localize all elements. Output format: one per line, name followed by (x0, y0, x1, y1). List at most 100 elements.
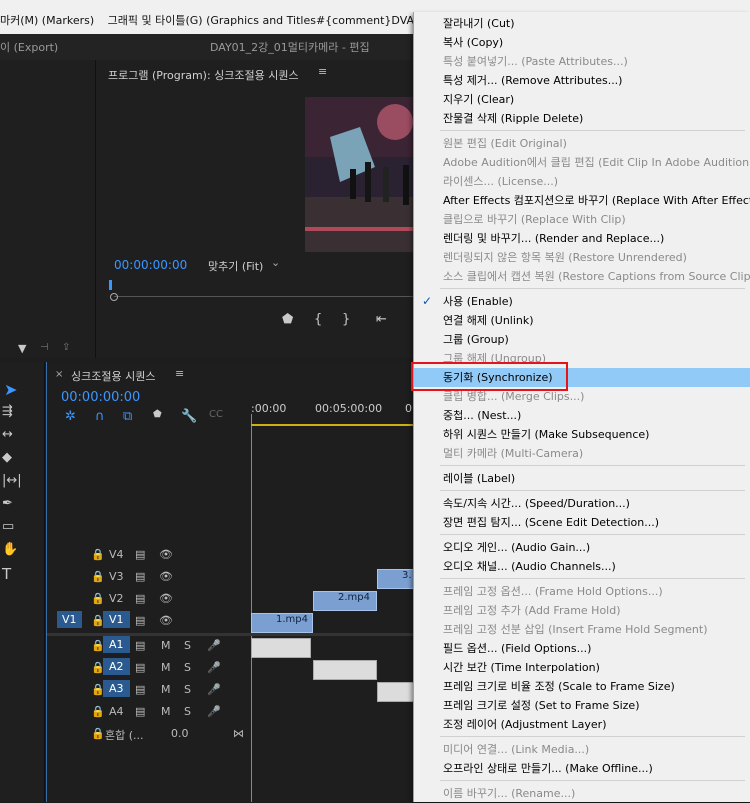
program-timecode[interactable]: 00:00:00:00 (114, 258, 187, 272)
mark-out-icon[interactable]: } (342, 312, 350, 327)
export-tab[interactable]: 이 (Export) (0, 39, 58, 55)
track-a2-label[interactable]: A2 (103, 658, 130, 675)
menu-item-label: 잘라내기 (Cut) (443, 17, 515, 30)
captions-icon[interactable]: CC (209, 409, 223, 420)
track-a4-label[interactable]: A4 (109, 705, 124, 718)
menu-graphics-titles[interactable]: 그래픽 및 타이틀(G) (Graphics and Titles#{comme… (108, 14, 462, 27)
slip-icon[interactable]: |↔| (2, 473, 22, 488)
export-frame-icon[interactable]: ⇪ (62, 342, 70, 353)
track-v1-label[interactable]: V1 (103, 611, 130, 628)
menu-item-label: 오디오 채널... (Audio Channels...) (443, 560, 616, 573)
menu-item: 클립으로 바꾸기 (Replace With Clip) (414, 210, 750, 229)
menu-item[interactable]: 복사 (Copy) (414, 33, 750, 52)
type-tool-icon[interactable]: T (2, 565, 11, 583)
add-marker-icon[interactable]: ⬟ (282, 312, 293, 327)
menu-item[interactable]: ✓ 사용 (Enable) (414, 292, 750, 311)
track-a3-label[interactable]: A3 (103, 680, 130, 697)
go-to-in-icon[interactable]: ⇤ (376, 312, 387, 327)
zoom-handle[interactable] (110, 293, 118, 301)
menu-markers[interactable]: 마커(M) (Markers) (0, 14, 94, 27)
menu-item[interactable]: 속도/지속 시간... (Speed/Duration...) (414, 494, 750, 513)
razor-icon[interactable]: ◆ (2, 450, 12, 465)
track-a1-label[interactable]: A1 (103, 636, 130, 653)
menu-item: 이름 바꾸기... (Rename...) (414, 784, 750, 803)
menu-item[interactable]: 잔물결 삭제 (Ripple Delete) (414, 109, 750, 128)
menu-item[interactable]: 필드 옵션... (Field Options...) (414, 639, 750, 658)
menu-item-label: 클립으로 바꾸기 (Replace With Clip) (443, 213, 626, 226)
snap-icon[interactable]: ∩ (95, 409, 105, 424)
panel-menu-icon[interactable]: ≡ (318, 65, 327, 78)
menu-item: 특성 붙여넣기... (Paste Attributes...) (414, 52, 750, 71)
menu-item[interactable]: 레이블 (Label) (414, 469, 750, 488)
menu-item-label: After Effects 컴포지션으로 바꾸기 (Replace With A… (443, 194, 750, 207)
hand-icon[interactable]: ✋ (2, 542, 18, 557)
menu-item[interactable]: 그룹 (Group) (414, 330, 750, 349)
audio-clip-2[interactable] (313, 660, 377, 680)
menu-item[interactable]: 중첩... (Nest...) (414, 406, 750, 425)
panel-menu-icon[interactable]: ≡ (175, 367, 184, 380)
selection-tool-icon[interactable]: ➤ (4, 380, 17, 399)
menu-item-label: 속도/지속 시간... (Speed/Duration...) (443, 497, 630, 510)
nest-icon[interactable]: ✲ (65, 409, 76, 424)
menu-item-label: 미디어 연결... (Link Media...) (443, 743, 590, 756)
menu-item: 소스 클립에서 캡션 복원 (Restore Captions from Sou… (414, 267, 750, 286)
menu-item-label: 하위 시퀀스 만들기 (Make Subsequence) (443, 428, 650, 441)
menu-item: Adobe Audition에서 클립 편집 (Edit Clip In Ado… (414, 153, 750, 172)
pen-icon[interactable]: ✒ (2, 496, 13, 511)
mark-in-icon[interactable]: { (314, 312, 322, 327)
menu-item[interactable]: 렌더링 및 바꾸기... (Render and Replace...) (414, 229, 750, 248)
menu-item-label: 장면 편집 탐지... (Scene Edit Detection...) (443, 516, 660, 529)
menu-item-label: 그룹 (Group) (443, 333, 509, 346)
menu-item[interactable]: 장면 편집 탐지... (Scene Edit Detection...) (414, 513, 750, 532)
clip-1[interactable]: 1.mp4 (251, 613, 313, 633)
menu-item[interactable]: 프레임 크기로 비율 조정 (Scale to Frame Size) (414, 677, 750, 696)
menu-item[interactable]: 오디오 채널... (Audio Channels...) (414, 557, 750, 576)
audio-clip-1[interactable] (251, 638, 311, 658)
linked-select-icon[interactable]: ⧉ (123, 409, 132, 424)
clip-2[interactable]: 2.mp4 (313, 591, 377, 611)
menu-item[interactable]: 연결 해제 (Unlink) (414, 311, 750, 330)
menu-item[interactable]: 시간 보간 (Time Interpolation) (414, 658, 750, 677)
menu-item[interactable]: 프레임 크기로 설정 (Set to Frame Size) (414, 696, 750, 715)
menu-item[interactable]: 하위 시퀀스 만들기 (Make Subsequence) (414, 425, 750, 444)
wrench-icon[interactable]: 🔧 (181, 409, 197, 424)
close-icon[interactable]: × (55, 369, 63, 380)
menu-item[interactable]: 오프라인 상태로 만들기... (Make Offline...) (414, 759, 750, 778)
end-icon[interactable]: ⋈ (233, 727, 244, 740)
menu-item-label: 원본 편집 (Edit Original) (443, 137, 567, 150)
timeline-tab[interactable]: 싱크조절용 시퀀스 (71, 368, 155, 384)
menu-item[interactable]: After Effects 컴포지션으로 바꾸기 (Replace With A… (414, 191, 750, 210)
playhead-marker[interactable] (109, 280, 112, 290)
source-v1[interactable]: V1 (57, 611, 82, 628)
menu-item[interactable]: 오디오 게인... (Audio Gain...) (414, 538, 750, 557)
fit-dropdown[interactable]: 맞추기 (Fit) (208, 258, 263, 274)
menu-item-label: 필드 옵션... (Field Options...) (443, 642, 592, 655)
context-menu: 잘라내기 (Cut) 복사 (Copy) 특성 붙여넣기... (Paste Att… (413, 12, 750, 802)
ripple-edit-icon[interactable]: ↔ (2, 427, 13, 442)
menu-item-label: Adobe Audition에서 클립 편집 (Edit Clip In Ado… (443, 156, 750, 169)
menu-item[interactable]: 잘라내기 (Cut) (414, 14, 750, 33)
track-select-icon[interactable]: ⇶ (2, 404, 13, 419)
menu-item[interactable]: 조정 레이어 (Adjustment Layer) (414, 715, 750, 734)
scrub-bar[interactable] (114, 296, 426, 297)
concert-stage-image (305, 97, 425, 252)
timeline-timecode[interactable]: 00:00:00:00 (61, 390, 140, 405)
menu-separator (440, 534, 745, 535)
track-v4-label[interactable]: V4 (109, 548, 124, 561)
filter-icon[interactable]: ▼ (18, 342, 26, 355)
menu-item[interactable]: 지우기 (Clear) (414, 90, 750, 109)
mix-value[interactable]: 0.0 (171, 727, 189, 740)
menu-item-label: 소스 클립에서 캡션 복원 (Restore Captions from Sou… (443, 270, 750, 283)
menu-item: 프레임 고정 옵션... (Frame Hold Options...) (414, 582, 750, 601)
insert-icon[interactable]: ⊣ (40, 342, 49, 353)
track-v2-label[interactable]: V2 (109, 592, 124, 605)
chevron-down-icon[interactable]: ⌄ (271, 256, 280, 269)
menu-item[interactable]: 특성 제거... (Remove Attributes...) (414, 71, 750, 90)
menu-item-label: 프레임 고정 선분 삽입 (Insert Frame Hold Segment) (443, 623, 708, 636)
rectangle-icon[interactable]: ▭ (2, 519, 14, 534)
add-marker-icon[interactable]: ⬟ (153, 409, 162, 420)
track-a1: 🔒 A1 ▤ M S 🎤 (47, 636, 413, 658)
track-v3-label[interactable]: V3 (109, 570, 124, 583)
work-area-bar[interactable] (251, 424, 413, 426)
highlight-annotation (411, 362, 568, 391)
